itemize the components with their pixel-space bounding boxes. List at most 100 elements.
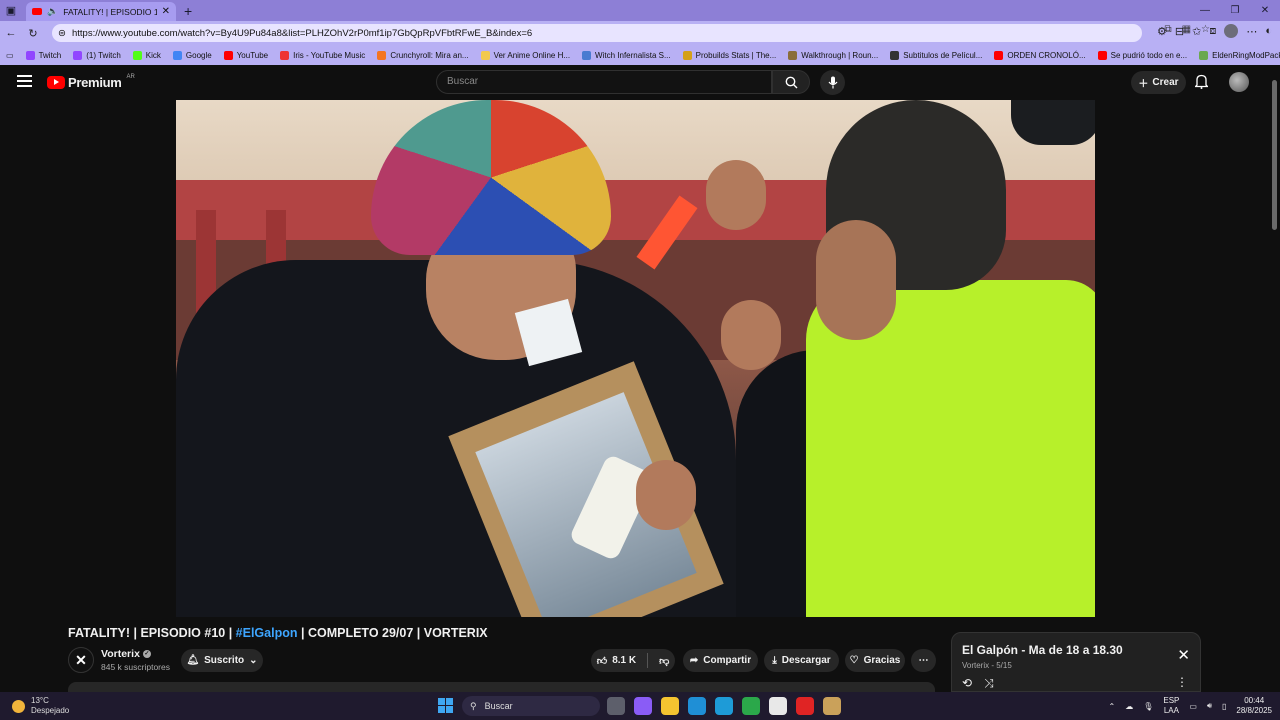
split-screen-icon[interactable]: ⊟ (1175, 25, 1184, 38)
site-info-icon[interactable]: ⊜ (58, 28, 66, 39)
taskbar-app-icon[interactable] (634, 697, 652, 715)
back-icon[interactable]: ← (0, 27, 22, 39)
microphone-tray-icon[interactable]: 🎙︎ (1143, 702, 1153, 711)
bookmark-label: Twitch (38, 50, 62, 60)
minimize-icon[interactable]: — (1190, 0, 1220, 21)
battery-icon[interactable]: ▯ (1222, 702, 1226, 711)
description-box[interactable] (68, 682, 935, 692)
profile-avatar[interactable] (1224, 24, 1239, 38)
new-tab-button[interactable]: + (184, 3, 192, 19)
taskbar-app-icon[interactable] (742, 697, 760, 715)
bookmark-item[interactable]: Crunchyroll: Mira an... (377, 50, 469, 60)
bookmark-item[interactable]: Kick (132, 50, 161, 60)
bookmark-label: Subtitulos de Películ... (903, 50, 983, 60)
playlist-menu-icon[interactable]: ⋮ (1176, 675, 1188, 689)
taskbar-app-icon[interactable] (661, 697, 679, 715)
taskbar-app-icon[interactable] (796, 697, 814, 715)
tab-actions-icon[interactable]: ▣ (0, 0, 22, 21)
close-playlist-icon[interactable]: ✕ (1177, 646, 1190, 664)
title-hashtag-link[interactable]: #ElGalpon (236, 626, 298, 640)
close-tab-icon[interactable]: ✕ (162, 6, 170, 17)
bookmark-label: Ver Anime Online H... (493, 50, 571, 60)
like-button[interactable]: 👍︎ 8.1 K (597, 655, 636, 667)
taskbar-app-icon[interactable] (769, 697, 787, 715)
collections-icon[interactable]: ⧈ (1209, 25, 1216, 38)
taskbar-app-icon[interactable] (607, 697, 625, 715)
bookmark-item[interactable]: Witch Infernalista S... (582, 50, 671, 60)
favorites-icon[interactable]: ✩ (1192, 25, 1201, 38)
hamburger-menu-icon[interactable] (17, 75, 32, 87)
bookmark-item[interactable]: Ver Anime Online H... (480, 50, 571, 60)
language-indicator[interactable]: ESP LAA (1163, 696, 1179, 716)
bookmark-item[interactable]: Google (172, 50, 212, 60)
subscribed-button[interactable]: 🔔︎ Suscrito ⌄ (181, 649, 263, 672)
taskbar-search[interactable]: ⚲ Buscar (462, 696, 600, 716)
bookmark-favicon-icon (132, 50, 142, 60)
subscriber-count: 845 k suscriptores (101, 662, 170, 672)
bookmarks-toggle-icon[interactable]: ▭ (6, 51, 14, 60)
bookmark-item[interactable]: Iris - YouTube Music (280, 50, 365, 60)
chevron-down-icon: ⌄ (249, 655, 258, 666)
taskbar-app-icon[interactable] (715, 697, 733, 715)
channel-avatar[interactable]: ✕ (68, 647, 94, 673)
video-hand (721, 300, 781, 370)
volume-icon[interactable]: 🔊︎ (1207, 701, 1212, 711)
bookmark-label: Se pudrió todo en e... (1110, 50, 1188, 60)
browser-menu-icon[interactable]: ⋯ (1246, 25, 1257, 38)
close-window-icon[interactable]: ✕ (1250, 0, 1280, 21)
youtube-premium-logo[interactable]: Premium AR (47, 74, 135, 90)
bookmark-item[interactable]: EldenRingModPack... (1199, 50, 1280, 60)
tab-title: FATALITY! | EPISODIO 10 | E (63, 6, 157, 17)
bookmark-favicon-icon (994, 50, 1004, 60)
search-icon (785, 76, 797, 88)
taskbar-app-icon[interactable] (823, 697, 841, 715)
page-scrollbar[interactable] (1272, 80, 1277, 230)
search-input[interactable]: Buscar (436, 70, 772, 94)
maximize-icon[interactable]: ❐ (1220, 0, 1250, 21)
url-field[interactable]: ⊜ https://www.youtube.com/watch?v=By4U9P… (52, 24, 1142, 42)
bookmark-item[interactable]: Subtitulos de Películ... (890, 50, 983, 60)
shuffle-icon[interactable]: ⤨ (984, 676, 994, 691)
more-actions-button[interactable]: ⋯ (911, 649, 936, 672)
search-icon: ⚲ (470, 700, 477, 711)
weather-widget[interactable]: 13°C Despejado (12, 696, 69, 716)
bookmark-item[interactable]: (1) Twitch (73, 50, 121, 60)
bookmark-item[interactable]: Walkthrough | Roun... (788, 50, 878, 60)
speaker-icon[interactable]: 🔈 (47, 6, 58, 17)
create-button[interactable]: ＋ Crear (1131, 71, 1186, 94)
playlist-title[interactable]: El Galpón - Ma de 18 a 18.30 (962, 643, 1123, 657)
like-dislike-group: 👍︎ 8.1 K 👎︎ (591, 649, 675, 672)
clock-time: 00:44 (1244, 696, 1265, 705)
bookmark-item[interactable]: Probuilds Stats | The... (682, 50, 776, 60)
bookmark-item[interactable]: YouTube (223, 50, 268, 60)
channel-name[interactable]: Vorterix (101, 648, 140, 660)
taskbar-app-icon[interactable] (688, 697, 706, 715)
bookmark-item[interactable]: ORDEN CRONOLÓ... (994, 50, 1086, 60)
extensions-icon[interactable]: ⚙ (1157, 25, 1167, 38)
download-button[interactable]: ⤓ Descargar (764, 649, 839, 672)
channel-name-row[interactable]: Vorterix ✓ (101, 648, 151, 660)
thanks-button[interactable]: ♡ Gracias (845, 649, 905, 672)
search-button[interactable] (772, 70, 810, 94)
account-avatar[interactable] (1229, 72, 1249, 92)
logo-text: Premium (68, 75, 122, 90)
copilot-icon[interactable]: ◐ (1265, 25, 1272, 37)
bookmark-item[interactable]: Se pudrió todo en e... (1097, 50, 1188, 60)
browser-toolbar-right: ⚙ ⊟ ✩ ⧈ ⋯ ◐ (1157, 24, 1272, 38)
thumbs-down-icon[interactable]: 👎︎ (659, 655, 669, 667)
notifications-button[interactable] (1193, 74, 1210, 94)
share-button[interactable]: ➦ Compartir (683, 649, 758, 672)
clock[interactable]: 00:44 28/8/2025 (1236, 696, 1272, 716)
reload-icon[interactable]: ↻ (22, 27, 44, 40)
tray-app-icon[interactable]: ☁ (1125, 702, 1133, 711)
tray-chevron-up-icon[interactable]: ⌃ (1109, 702, 1116, 711)
browser-tab-active[interactable]: 🔈 FATALITY! | EPISODIO 10 | E ✕ (26, 1, 176, 22)
youtube-play-logo-icon (47, 76, 65, 89)
network-icon[interactable]: ▭ (1189, 702, 1197, 711)
voice-search-button[interactable] (820, 70, 845, 95)
bookmark-label: EldenRingModPack... (1212, 50, 1280, 60)
windows-start-icon[interactable] (438, 698, 453, 713)
bookmark-item[interactable]: Twitch (25, 50, 62, 60)
video-player[interactable] (176, 100, 1095, 617)
loop-icon[interactable]: ⟲ (962, 676, 972, 691)
